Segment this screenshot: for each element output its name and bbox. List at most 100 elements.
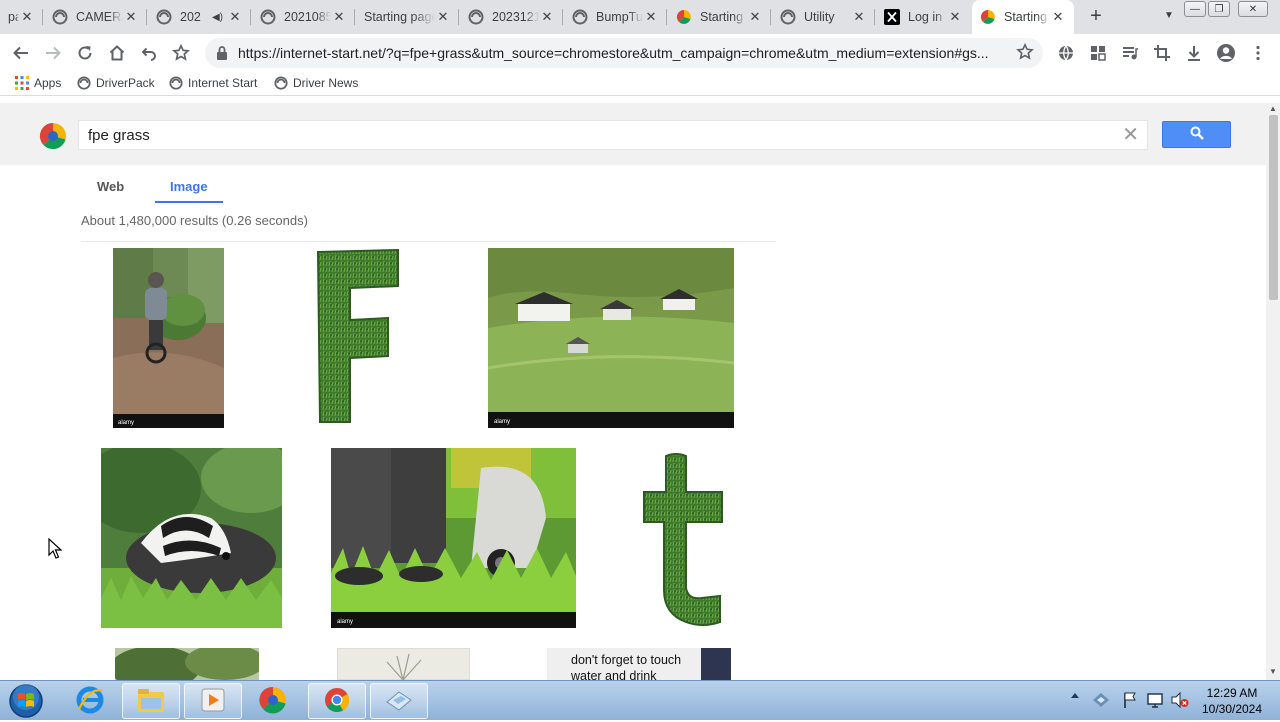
back-arrow-icon[interactable] [9,41,33,65]
close-icon[interactable]: ✕ [123,9,139,25]
start-button[interactable] [6,683,46,719]
tab-title: 20231215 [492,10,539,24]
image-result-meme[interactable]: don't forget to touch water and drink [547,648,731,680]
scrollbar-thumb[interactable] [1269,115,1278,300]
scroll-up-arrow-icon[interactable]: ▲ [1269,104,1277,113]
browser-tab[interactable]: Log in ✕ [876,0,971,34]
home-icon[interactable] [105,41,129,65]
close-icon[interactable]: ✕ [947,9,963,25]
site-logo-icon[interactable] [39,122,67,150]
tab-title: Starting [700,10,744,24]
globe-icon [169,76,183,90]
bookmark-driver-news[interactable]: Driver News [274,76,358,90]
tray-network-icon[interactable] [1092,691,1110,709]
bookmark-apps[interactable]: Apps [15,76,61,90]
bookmark-driverpack[interactable]: DriverPack [77,76,155,90]
close-icon[interactable]: ✕ [851,9,867,25]
browser-tab[interactable]: Starting page ✕ [356,0,459,34]
browser-tab[interactable]: 202 ◀) ✕ [148,0,251,34]
tab-title: Starting page [364,10,435,24]
speaker-icon[interactable]: ◀) [212,12,223,23]
tab-title: BumpTube [596,10,643,24]
close-icon[interactable]: ✕ [19,9,35,25]
taskbar-internet-explorer[interactable] [61,683,119,719]
watermark-text: alamy [494,419,510,425]
profile-avatar-icon[interactable] [1214,41,1238,65]
close-icon[interactable]: ✕ [643,9,659,25]
reload-icon[interactable] [73,41,97,65]
browser-tab[interactable]: CAMERA ✕ [44,0,147,34]
media-player-icon [198,686,228,717]
image-result-tree[interactable] [115,648,259,680]
taskbar-file-explorer[interactable] [122,683,180,719]
restore-button[interactable]: ❐ [1208,1,1230,17]
new-tab-button[interactable]: + [1085,6,1107,28]
search-button[interactable] [1162,121,1231,148]
browser-tab[interactable]: pa ✕ [0,0,43,34]
close-icon[interactable]: ✕ [435,9,451,25]
bookmark-internet-start[interactable]: Internet Start [169,76,257,90]
image-result-lawn-mower[interactable]: alamy [331,448,576,628]
driverpack-app-icon [258,685,288,718]
bookmark-star-icon[interactable] [169,41,193,65]
clear-search-icon[interactable]: ✕ [1122,125,1139,145]
image-result-badger[interactable] [101,448,282,628]
address-bar[interactable]: https://internet-start.net/?q=fpe+grass&… [205,38,1043,68]
forward-arrow-icon[interactable] [41,41,65,65]
taskbar-clock[interactable]: 12:29 AM 10/30/2024 [1195,685,1269,717]
tray-monitor-icon[interactable] [1146,691,1164,709]
action-center-flag-icon[interactable] [1122,691,1138,709]
crop-icon[interactable] [1150,41,1174,65]
url-text[interactable]: https://internet-start.net/?q=fpe+grass&… [238,45,1008,61]
watermark-text: alamy [337,619,353,625]
image-result-motorbike[interactable]: alamy [113,248,224,428]
search-header: fpe grass ✕ [0,103,1266,165]
star-icon[interactable] [1016,42,1034,64]
volume-muted-icon[interactable] [1170,691,1190,709]
vertical-scrollbar[interactable]: ▲ ▼ [1266,103,1280,680]
extensions-grid-icon[interactable] [1086,41,1110,65]
tab-web[interactable]: Web [97,179,124,194]
scroll-down-arrow-icon[interactable]: ▼ [1269,667,1277,676]
apps-grid-icon [15,76,29,90]
tab-image[interactable]: Image [170,179,208,194]
download-icon[interactable] [1182,41,1206,65]
taskbar-chrome[interactable] [308,683,366,719]
browser-tab[interactable]: 2021085 ✕ [252,0,355,34]
mouse-cursor-icon [48,537,63,563]
globe-icon [572,9,588,25]
globe-icon [780,9,796,25]
search-query-text[interactable]: fpe grass [88,127,150,144]
close-icon[interactable]: ✕ [227,9,243,25]
menu-kebab-icon[interactable] [1246,41,1270,65]
minimize-button[interactable]: — [1184,1,1206,17]
browser-tab-active[interactable]: Starting ✕ [972,0,1074,34]
close-icon[interactable]: ✕ [747,9,763,25]
browser-tab[interactable]: Utility ✕ [772,0,875,34]
taskbar-media-player[interactable] [184,683,242,719]
close-icon[interactable]: ✕ [539,9,555,25]
image-result-plant-sketch[interactable] [337,648,470,680]
search-input[interactable]: fpe grass ✕ [78,120,1148,150]
taskbar-driverpack[interactable] [244,683,302,719]
driverpack-icon [980,9,996,25]
close-window-button[interactable]: ✕ [1238,1,1268,17]
taskbar-network-tool[interactable] [370,683,428,719]
image-result-grass-letter-f[interactable] [316,248,400,424]
browser-tab[interactable]: 20231215 ✕ [460,0,563,34]
tab-search-chevron-icon[interactable]: ▼ [1164,10,1174,21]
extension-globe-icon[interactable] [1054,41,1078,65]
browser-tab[interactable]: Starting ✕ [668,0,771,34]
image-result-mountain-houses[interactable]: alamy [488,248,734,428]
lock-icon[interactable] [215,45,229,64]
page-content: fpe grass ✕ Web Image About 1,480,000 re… [0,103,1266,680]
close-icon[interactable]: ✕ [1050,9,1066,25]
show-hidden-icons-icon[interactable] [1070,691,1080,699]
image-result-grass-letter-t[interactable] [642,450,724,626]
reading-list-icon[interactable] [1118,41,1142,65]
close-icon[interactable]: ✕ [331,9,347,25]
clock-date: 10/30/2024 [1201,702,1263,716]
undo-icon[interactable] [137,41,161,65]
tab-strip: pa ✕ CAMERA ✕ 202 ◀) ✕ 2021085 ✕ Startin… [0,0,1280,34]
browser-tab[interactable]: BumpTube ✕ [564,0,667,34]
